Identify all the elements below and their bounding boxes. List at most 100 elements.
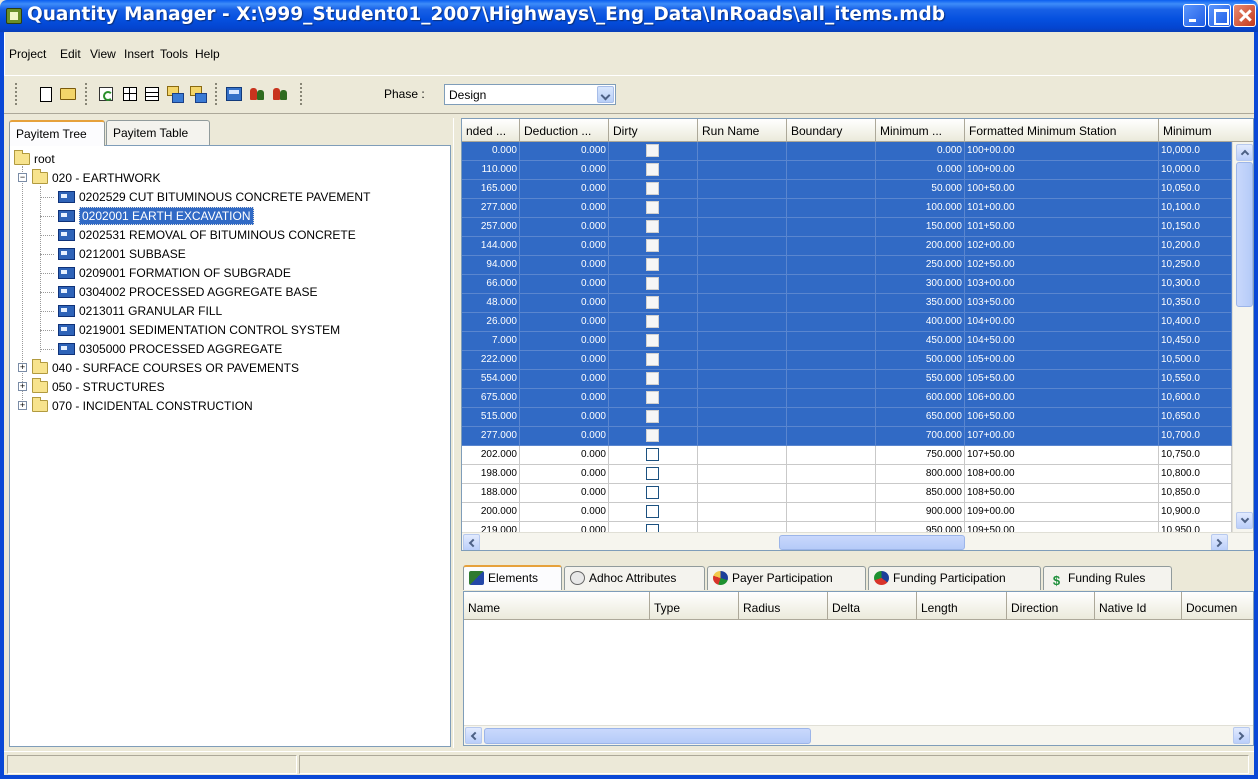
dirty-checkbox[interactable] <box>646 296 659 309</box>
scroll-down-icon[interactable] <box>1236 512 1253 529</box>
table-row[interactable]: 48.000 0.000 350.000 103+50.00 10,350.0 <box>462 294 1232 313</box>
dirty-checkbox[interactable] <box>646 429 659 442</box>
column-header[interactable]: Minimum <box>1159 119 1253 142</box>
dirty-checkbox[interactable] <box>646 182 659 195</box>
tree-node-item[interactable]: 0212001 SUBBASE <box>58 245 186 263</box>
expand-icon[interactable]: + <box>18 382 27 391</box>
scrollbar-thumb[interactable] <box>1236 162 1253 307</box>
dirty-checkbox[interactable] <box>646 334 659 347</box>
horizontal-scrollbar[interactable] <box>464 725 1253 745</box>
tree-node-item[interactable]: 0209001 FORMATION OF SUBGRADE <box>58 264 291 282</box>
table-row[interactable]: 0.000 0.000 0.000 100+00.00 10,000.0 <box>462 142 1232 161</box>
dirty-checkbox[interactable] <box>646 505 659 518</box>
dirty-checkbox[interactable] <box>646 372 659 385</box>
scroll-up-icon[interactable] <box>1236 144 1253 161</box>
tree-node-item-selected[interactable]: 0202001 EARTH EXCAVATION <box>58 207 254 225</box>
open-button[interactable] <box>58 84 78 104</box>
tab-elements[interactable]: Elements <box>463 565 562 590</box>
toolbar-grip[interactable] <box>14 82 18 106</box>
phase-select[interactable]: Design <box>444 84 616 105</box>
column-header[interactable]: Deduction ... <box>520 119 609 142</box>
dirty-checkbox[interactable] <box>646 315 659 328</box>
expand-icon[interactable]: + <box>18 363 27 372</box>
tab-funding-participation[interactable]: Funding Participation <box>868 566 1041 590</box>
tree-node-group[interactable]: 050 - STRUCTURES <box>32 378 165 396</box>
people-button-2[interactable] <box>270 84 290 104</box>
title-bar[interactable]: Quantity Manager - X:\999_Student01_2007… <box>0 0 1258 32</box>
column-header[interactable]: nded ... <box>462 119 520 142</box>
column-header[interactable]: Native Id <box>1095 592 1182 620</box>
table-row[interactable]: 675.000 0.000 600.000 106+00.00 10,600.0 <box>462 389 1232 408</box>
dirty-checkbox[interactable] <box>646 448 659 461</box>
table-row[interactable]: 277.000 0.000 700.000 107+00.00 10,700.0 <box>462 427 1232 446</box>
table-row[interactable]: 7.000 0.000 450.000 104+50.00 10,450.0 <box>462 332 1232 351</box>
refresh-button[interactable] <box>96 84 116 104</box>
elements-table[interactable]: Name Type Radius Delta Length Direction … <box>463 591 1254 746</box>
tab-funding-rules[interactable]: $ Funding Rules <box>1043 566 1172 590</box>
table-row[interactable]: 144.000 0.000 200.000 102+00.00 10,200.0 <box>462 237 1232 256</box>
table-row[interactable]: 554.000 0.000 550.000 105+50.00 10,550.0 <box>462 370 1232 389</box>
table-row[interactable]: 200.000 0.000 900.000 109+00.00 10,900.0 <box>462 503 1232 522</box>
grid-view-button[interactable] <box>120 84 140 104</box>
scroll-left-icon[interactable] <box>463 534 480 550</box>
tree-node-group[interactable]: 020 - EARTHWORK <box>32 169 160 187</box>
horizontal-scrollbar[interactable] <box>462 532 1253 550</box>
table-row[interactable]: 188.000 0.000 850.000 108+50.00 10,850.0 <box>462 484 1232 503</box>
tree-node-group[interactable]: 040 - SURFACE COURSES OR PAVEMENTS <box>32 359 299 377</box>
menu-tools[interactable]: Tools <box>160 47 188 61</box>
column-header[interactable]: Direction <box>1007 592 1095 620</box>
table-row[interactable]: 198.000 0.000 800.000 108+00.00 10,800.0 <box>462 465 1232 484</box>
column-header[interactable]: Minimum ... <box>876 119 965 142</box>
table-row[interactable]: 94.000 0.000 250.000 102+50.00 10,250.0 <box>462 256 1232 275</box>
column-header[interactable]: Delta <box>828 592 917 620</box>
column-header[interactable]: Dirty <box>609 119 698 142</box>
payitem-tree[interactable]: root − 020 - EARTHWORK 0202529 CUT BITUM… <box>9 145 451 747</box>
table-row[interactable]: 66.000 0.000 300.000 103+00.00 10,300.0 <box>462 275 1232 294</box>
tree-node-group[interactable]: 070 - INCIDENTAL CONSTRUCTION <box>32 397 253 415</box>
table-row[interactable]: 257.000 0.000 150.000 101+50.00 10,150.0 <box>462 218 1232 237</box>
people-button[interactable] <box>247 84 267 104</box>
splitter[interactable] <box>453 118 459 748</box>
dirty-checkbox[interactable] <box>646 144 659 157</box>
column-header[interactable]: Name <box>464 592 650 620</box>
rows-view-button[interactable] <box>142 84 162 104</box>
dirty-checkbox[interactable] <box>646 220 659 233</box>
dirty-checkbox[interactable] <box>646 239 659 252</box>
scrollbar-thumb[interactable] <box>779 535 965 550</box>
table-row[interactable]: 26.000 0.000 400.000 104+00.00 10,400.0 <box>462 313 1232 332</box>
chevron-down-icon[interactable] <box>597 86 614 103</box>
table-row[interactable]: 110.000 0.000 0.000 100+00.00 10,000.0 <box>462 161 1232 180</box>
table-row[interactable]: 222.000 0.000 500.000 105+00.00 10,500.0 <box>462 351 1232 370</box>
calculator-button[interactable] <box>224 84 244 104</box>
tree-node-item[interactable]: 0219001 SEDIMENTATION CONTROL SYSTEM <box>58 321 340 339</box>
tree-node-item[interactable]: 0202529 CUT BITUMINOUS CONCRETE PAVEMENT <box>58 188 370 206</box>
minimize-button[interactable] <box>1183 4 1206 27</box>
dirty-checkbox[interactable] <box>646 353 659 366</box>
column-header[interactable]: Type <box>650 592 739 620</box>
expand-icon[interactable]: + <box>18 401 27 410</box>
dirty-checkbox[interactable] <box>646 258 659 271</box>
scroll-left-icon[interactable] <box>465 727 482 744</box>
payitem-grid[interactable]: nded ... Deduction ... Dirty Run Name Bo… <box>461 118 1254 551</box>
column-header[interactable]: Boundary <box>787 119 876 142</box>
tab-payer-participation[interactable]: Payer Participation <box>707 566 866 590</box>
table-row[interactable]: 277.000 0.000 100.000 101+00.00 10,100.0 <box>462 199 1232 218</box>
tab-payitem-table[interactable]: Payitem Table <box>106 120 210 145</box>
menu-insert[interactable]: Insert <box>124 47 154 61</box>
tree-node-item[interactable]: 0304002 PROCESSED AGGREGATE BASE <box>58 283 318 301</box>
maximize-button[interactable] <box>1208 4 1231 27</box>
table-row[interactable]: 165.000 0.000 50.000 100+50.00 10,050.0 <box>462 180 1232 199</box>
column-header[interactable]: Documen <box>1182 592 1253 620</box>
tab-payitem-tree[interactable]: Payitem Tree <box>9 120 105 146</box>
table-row[interactable]: 202.000 0.000 750.000 107+50.00 10,750.0 <box>462 446 1232 465</box>
tree-node-item[interactable]: 0202531 REMOVAL OF BITUMINOUS CONCRETE <box>58 226 356 244</box>
dirty-checkbox[interactable] <box>646 391 659 404</box>
scrollbar-thumb[interactable] <box>484 728 811 744</box>
scroll-right-icon[interactable] <box>1211 534 1228 550</box>
tree-node-item[interactable]: 0305000 PROCESSED AGGREGATE <box>58 340 282 358</box>
dirty-checkbox[interactable] <box>646 410 659 423</box>
dirty-checkbox[interactable] <box>646 201 659 214</box>
multi-select-button[interactable] <box>165 84 185 104</box>
dirty-checkbox[interactable] <box>646 277 659 290</box>
column-header[interactable]: Formatted Minimum Station <box>965 119 1159 142</box>
